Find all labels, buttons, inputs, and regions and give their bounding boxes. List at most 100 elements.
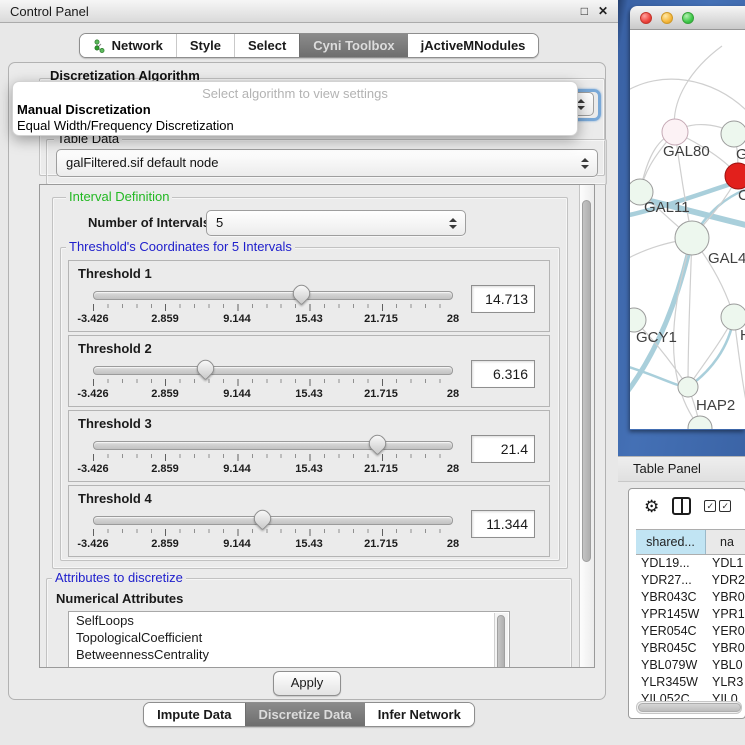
- table-row[interactable]: YBL079WYBL0: [636, 657, 745, 674]
- float-window-icon[interactable]: □: [581, 4, 588, 18]
- checkbox-icon[interactable]: ✓: [704, 500, 716, 512]
- settings-scrollpane: Interval Definition Number of Intervals …: [39, 184, 595, 668]
- slider-ticks-major: [93, 529, 454, 536]
- network-window-titlebar[interactable]: [630, 6, 745, 30]
- slider-ticks-major: [93, 454, 454, 461]
- apply-button[interactable]: Apply: [273, 671, 341, 696]
- thresholds-group-title: Threshold's Coordinates for 5 Intervals: [66, 240, 295, 254]
- slider-thumb[interactable]: [366, 431, 390, 455]
- tab-infer-network[interactable]: Infer Network: [365, 703, 474, 726]
- slider-thumb[interactable]: [289, 281, 313, 305]
- threshold-4-value[interactable]: 11.344: [471, 510, 535, 538]
- list-item[interactable]: TopologicalCoefficient: [69, 629, 509, 646]
- node-label-gcy1: GCY1: [636, 329, 677, 346]
- list-scrollbar-thumb[interactable]: [497, 615, 505, 668]
- tab-select[interactable]: Select: [234, 34, 299, 57]
- threshold-2-panel: Threshold 2 -3.426 2.859 9.144 15.43 21.…: [68, 335, 550, 407]
- table-row[interactable]: YDL19...YDL1: [636, 555, 745, 572]
- threshold-1-slider[interactable]: -3.426 2.859 9.144 15.43 21.715 28: [93, 283, 453, 327]
- table-row[interactable]: YBR043CYBR0: [636, 589, 745, 606]
- popup-item-equal-width-frequency[interactable]: Equal Width/Frequency Discretization: [13, 118, 577, 134]
- table-panel-header: Table Panel: [618, 456, 745, 482]
- tab-network-label: Network: [112, 38, 163, 53]
- threshold-3-slider[interactable]: -3.426 2.859 9.144 15.43 21.715 28: [93, 433, 453, 477]
- tab-impute-data[interactable]: Impute Data: [144, 703, 244, 726]
- table-toolbar: ⚙ ✓ ✓: [629, 489, 745, 523]
- node-label-gal80: GAL80: [663, 143, 710, 160]
- threshold-3-value[interactable]: 21.4: [471, 435, 535, 463]
- tab-discretize-data[interactable]: Discretize Data: [245, 703, 365, 726]
- combo-arrows-icon: [577, 99, 585, 110]
- column-header-shared-name[interactable]: shared...: [636, 530, 706, 554]
- tab-jactivemnodules[interactable]: jActiveMNodules: [408, 34, 539, 57]
- zoom-traffic-light[interactable]: [682, 12, 694, 24]
- table-row[interactable]: YDR27...YDR2: [636, 572, 745, 589]
- gear-icon[interactable]: ⚙: [644, 498, 659, 515]
- slider-thumb[interactable]: [193, 356, 217, 380]
- slider-track[interactable]: [93, 291, 453, 300]
- node-label-gal4: GAL4: [708, 250, 745, 267]
- network-node-gal4[interactable]: [675, 221, 709, 255]
- settings-scrollbar-thumb[interactable]: [582, 200, 591, 562]
- settings-scrollbar[interactable]: [579, 185, 594, 667]
- slider-tick-labels: -3.426 2.859 9.144 15.43 21.715 28: [93, 313, 453, 325]
- threshold-4-slider[interactable]: -3.426 2.859 9.144 15.43 21.715 28: [93, 508, 453, 552]
- split-columns-icon[interactable]: [672, 497, 691, 515]
- slider-track[interactable]: [93, 441, 453, 450]
- slider-thumb[interactable]: [251, 506, 275, 530]
- list-item[interactable]: BetweennessCentrality: [69, 646, 509, 663]
- table-data-combobox[interactable]: galFiltered.sif default node: [56, 149, 598, 177]
- number-of-intervals-combobox[interactable]: 5: [206, 210, 466, 236]
- tab-network[interactable]: Network: [80, 34, 176, 57]
- network-canvas[interactable]: GAL80 GA C GAL11 GAL4 GCY1 H HAP2: [630, 30, 745, 429]
- tab-style[interactable]: Style: [176, 34, 234, 57]
- node-label-clipped: GA: [736, 146, 745, 163]
- threshold-1-label: Threshold 1: [78, 266, 152, 281]
- column-header-name[interactable]: na: [706, 530, 745, 554]
- numerical-attributes-label: Numerical Attributes: [56, 591, 183, 606]
- slider-ticks-major: [93, 304, 454, 311]
- table-panel: ⚙ ✓ ✓ shared... na YDL19...YDL1 YDR27...…: [628, 488, 745, 719]
- table-horizontal-scrollbar[interactable]: [636, 701, 742, 714]
- control-panel-tabbar: Network Style Select Cyni Toolbox jActiv…: [0, 33, 618, 58]
- node-label-gal11: GAL11: [644, 199, 690, 216]
- checkbox-icon[interactable]: ✓: [719, 500, 731, 512]
- slider-track[interactable]: [93, 366, 453, 375]
- checkbox-icons[interactable]: ✓ ✓: [704, 500, 731, 512]
- table-horizontal-scrollbar-thumb[interactable]: [638, 703, 741, 712]
- threshold-1-value[interactable]: 14.713: [471, 285, 535, 313]
- minimize-traffic-light[interactable]: [661, 12, 673, 24]
- threshold-3-panel: Threshold 3 -3.426 2.859 9.144 15.43 21.…: [68, 410, 550, 482]
- slider-track[interactable]: [93, 516, 453, 525]
- table-header-row: shared... na: [636, 529, 745, 555]
- list-item[interactable]: SelfLoops: [69, 612, 509, 629]
- list-scrollbar[interactable]: [494, 613, 508, 668]
- table-row[interactable]: YER054CYER0: [636, 623, 745, 640]
- network-node[interactable]: [721, 121, 745, 147]
- threshold-2-slider[interactable]: -3.426 2.859 9.144 15.43 21.715 28: [93, 358, 453, 402]
- close-icon[interactable]: ✕: [598, 4, 608, 18]
- combo-arrows-icon: [581, 158, 589, 169]
- algorithm-dropdown-popup: Select algorithm to view settings Manual…: [12, 81, 578, 136]
- table-panel-title: Table Panel: [633, 461, 701, 476]
- table-row[interactable]: YBR045CYBR0: [636, 640, 745, 657]
- slider-tick-labels: -3.426 2.859 9.144 15.43 21.715 28: [93, 463, 453, 475]
- threshold-2-value[interactable]: 6.316: [471, 360, 535, 388]
- network-node[interactable]: [688, 416, 712, 429]
- numerical-attributes-list[interactable]: SelfLoops TopologicalCoefficient Between…: [68, 611, 510, 668]
- network-node-hap2[interactable]: [678, 377, 698, 397]
- table-row[interactable]: YLR345WYLR3: [636, 674, 745, 691]
- table-data-value: galFiltered.sif default node: [57, 150, 597, 176]
- cyni-toolbox-panel: Discretization Algorithm Table Data galF…: [8, 62, 606, 700]
- combo-arrows-icon: [449, 218, 457, 229]
- tab-cyni-toolbox[interactable]: Cyni Toolbox: [299, 34, 407, 57]
- right-side-area: GAL80 GA C GAL11 GAL4 GCY1 H HAP2 Table …: [618, 0, 745, 745]
- control-panel-titlebar: Control Panel □ ✕: [0, 0, 618, 23]
- popup-item-manual-discretization[interactable]: Manual Discretization: [13, 102, 577, 118]
- close-traffic-light[interactable]: [640, 12, 652, 24]
- table-row[interactable]: YPR145WYPR1: [636, 606, 745, 623]
- attributes-group-title: Attributes to discretize: [52, 571, 186, 585]
- network-node-gal80[interactable]: [662, 119, 688, 145]
- interval-definition-title: Interval Definition: [66, 190, 172, 204]
- cyni-bottom-tabbar: Impute Data Discretize Data Infer Networ…: [0, 702, 618, 727]
